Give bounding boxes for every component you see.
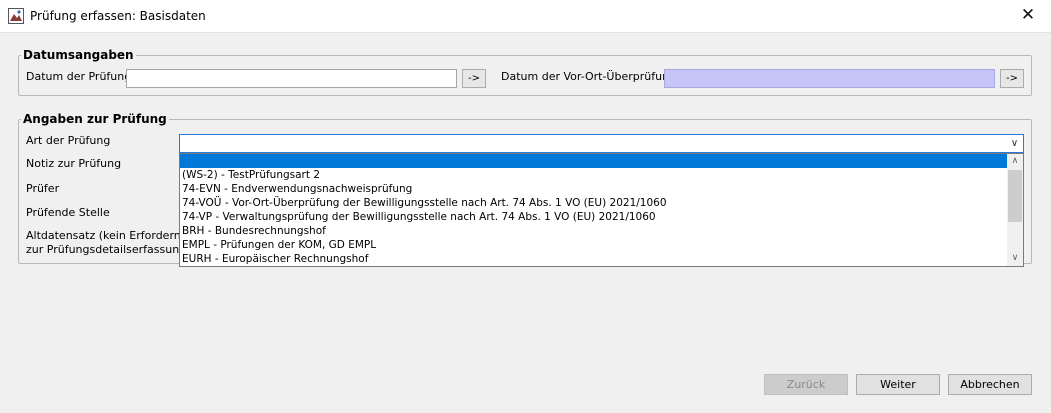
chevron-up-icon[interactable]: ∧ [1007,154,1023,169]
dropdown-option[interactable]: EURH - Europäischer Rechnungshof [180,252,1023,266]
window-title: Prüfung erfassen: Basisdaten [30,9,206,23]
dropdown-option[interactable]: 74-EVN - Endverwendungsnachweisprüfung [180,182,1023,196]
art-dropdown-list[interactable]: (WS-2) - TestPrüfungsart 2 74-EVN - Endv… [179,153,1024,267]
datum-vorort-label: Datum der Vor-Ort-Überprüfung [501,70,677,83]
dropdown-option[interactable]: EMPL - Prüfungen der KOM, GD EMPL [180,238,1023,252]
datum-pruefung-button[interactable]: -> [462,69,486,88]
altdaten-label-line1: Altdatensatz (kein Erfordernis [26,229,190,242]
datum-vorort-button[interactable]: -> [1000,69,1024,88]
notiz-label: Notiz zur Prüfung [26,157,122,170]
dropdown-option[interactable]: 74-VOÜ - Vor-Ort-Überprüfung der Bewilli… [180,196,1023,210]
chevron-down-icon[interactable]: ∨ [1006,135,1023,152]
chevron-down-icon[interactable]: ∨ [1007,251,1023,266]
datumsangaben-legend: Datumsangaben [23,48,134,62]
dropdown-option[interactable] [180,154,1023,168]
zurueck-button: Zurück [764,374,848,395]
pruefer-label: Prüfer [26,182,60,195]
dropdown-option[interactable]: (WS-2) - TestPrüfungsart 2 [180,168,1023,182]
dropdown-scrollbar[interactable]: ∧ ∨ [1007,154,1023,266]
art-combobox[interactable]: ∨ [179,134,1024,153]
close-icon[interactable]: ✕ [1005,0,1051,32]
pruefende-stelle-label: Prüfende Stelle [26,206,110,219]
datum-pruefung-field[interactable] [126,69,457,88]
weiter-button[interactable]: Weiter [856,374,940,395]
datum-vorort-field [664,69,995,88]
altdaten-label-line2: zur Prüfungsdetailserfassung) [26,243,191,256]
abbrechen-button[interactable]: Abbrechen [948,374,1032,395]
datum-pruefung-label: Datum der Prüfung [26,70,132,83]
angaben-legend: Angaben zur Prüfung [23,112,167,126]
title-bar: Prüfung erfassen: Basisdaten ✕ [0,0,1051,33]
app-icon [8,8,24,24]
dropdown-option[interactable]: 74-VP - Verwaltungsprüfung der Bewilligu… [180,210,1023,224]
scrollbar-thumb[interactable] [1008,170,1022,222]
art-label: Art der Prüfung [26,134,111,147]
dropdown-option[interactable]: BRH - Bundesrechnungshof [180,224,1023,238]
